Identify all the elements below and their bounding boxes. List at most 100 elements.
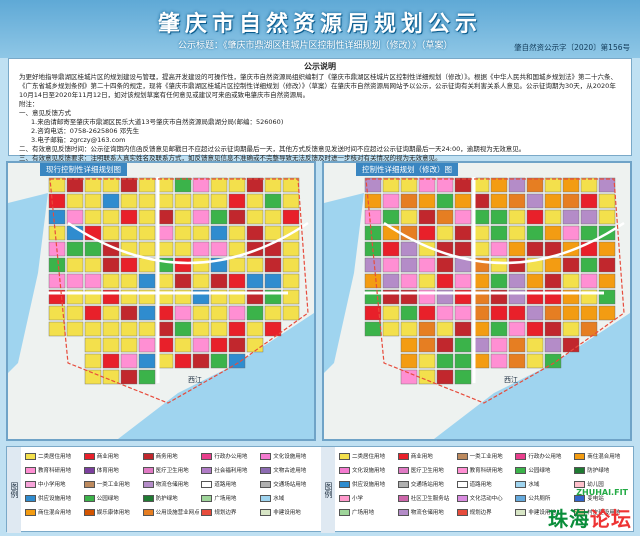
legend-label: 一类工业用地 <box>469 454 503 460</box>
legend-swatch <box>339 480 350 488</box>
document-number: 肇自然资公示字〔2020〕第156号 <box>514 43 630 52</box>
page-title: 肇庆市自然资源局规划公示 <box>157 12 482 37</box>
land-parcel <box>174 225 192 241</box>
land-parcel <box>382 305 400 321</box>
land-parcel <box>138 369 156 385</box>
land-parcel <box>454 177 472 193</box>
land-parcel <box>264 193 282 209</box>
land-parcel <box>580 209 598 225</box>
land-parcel <box>228 225 246 241</box>
legend-item: 行政办公用地 <box>515 450 572 462</box>
legend-label: 规划边界 <box>214 510 237 516</box>
land-parcel <box>454 273 472 289</box>
legend-swatch <box>456 480 468 488</box>
legend-swatch <box>339 466 350 474</box>
land-parcel <box>418 209 436 225</box>
land-parcel <box>174 337 192 353</box>
land-parcel <box>102 369 120 385</box>
land-parcel <box>562 257 580 273</box>
legend-heading: 图例 <box>321 447 335 533</box>
land-parcel <box>436 273 454 289</box>
land-parcel <box>544 353 562 369</box>
notice-item-1: 一、意见反馈方式 <box>19 109 71 117</box>
land-parcel <box>210 321 228 337</box>
legend-label: 体育用地 <box>96 468 119 474</box>
land-parcel <box>210 337 228 353</box>
notice-item-1c: 3.电子邮箱：zgrczy@163.com <box>31 136 126 144</box>
land-parcel <box>102 193 120 209</box>
legend-label: 行政办公用地 <box>528 454 562 460</box>
land-parcel <box>436 209 454 225</box>
legend-swatch <box>260 480 272 488</box>
legend-label: 医疗卫生用地 <box>410 468 444 474</box>
legend-item: 规划边界 <box>201 506 258 518</box>
land-parcel <box>580 321 598 337</box>
land-parcel <box>508 337 526 353</box>
legend-swatch <box>397 508 409 516</box>
land-parcel <box>84 353 102 369</box>
legend-swatch <box>574 466 586 474</box>
land-parcel <box>282 209 300 225</box>
legend-label: 规划边界 <box>469 510 492 516</box>
land-parcel <box>210 177 228 193</box>
land-parcel <box>174 353 192 369</box>
land-parcel <box>264 321 282 337</box>
land-parcel <box>382 241 400 257</box>
land-parcel <box>174 177 192 193</box>
land-parcel <box>120 177 138 193</box>
land-parcel <box>210 209 228 225</box>
land-parcel <box>66 177 84 193</box>
land-parcel <box>562 209 580 225</box>
legend-item: 二类居住用地 <box>339 450 396 462</box>
land-parcel <box>84 177 102 193</box>
land-parcel <box>526 321 544 337</box>
land-parcel <box>228 353 246 369</box>
legend-item: 商务用地 <box>142 450 200 462</box>
legend-swatch <box>142 494 154 502</box>
legend-swatch <box>260 508 272 516</box>
legend-swatch <box>142 466 154 474</box>
land-parcel <box>282 241 300 257</box>
legend-swatch <box>397 452 409 460</box>
land-parcel <box>382 257 400 273</box>
legend-label: 公园绿地 <box>96 496 119 502</box>
legend-item: 文化设施用地 <box>339 464 396 476</box>
land-parcel <box>228 193 246 209</box>
land-parcel <box>120 193 138 209</box>
land-parcel <box>508 241 526 257</box>
land-parcel <box>192 353 210 369</box>
legend-item: 医疗卫生用地 <box>142 464 200 476</box>
legend-swatch <box>201 480 213 488</box>
land-parcel <box>526 305 544 321</box>
legend-label: 公用设施营业网点 <box>155 510 200 516</box>
land-parcel <box>436 193 454 209</box>
land-parcel <box>418 369 436 385</box>
legend-item: 社会福利用地 <box>201 464 258 476</box>
land-parcel <box>526 225 544 241</box>
land-parcel <box>138 177 156 193</box>
legend-swatch <box>83 494 95 502</box>
legend-label: 商住混合用地 <box>587 454 621 460</box>
land-parcel <box>526 241 544 257</box>
land-parcel <box>580 225 598 241</box>
legend-item: 物流仓储用地 <box>142 478 200 490</box>
land-parcel <box>102 209 120 225</box>
legend-label: 物流仓储用地 <box>410 510 444 516</box>
land-parcel <box>120 273 138 289</box>
legend-item: 商住混合用地 <box>25 506 82 518</box>
land-parcel <box>264 257 282 273</box>
land-parcel <box>102 321 120 337</box>
legend-label: 社区卫生服务站 <box>410 496 450 502</box>
land-parcel <box>544 177 562 193</box>
legend-swatch <box>25 508 36 516</box>
land-parcel <box>282 177 300 193</box>
land-parcel <box>174 193 192 209</box>
legend-item: 防护绿地 <box>142 492 200 504</box>
legend-item: 水域 <box>260 492 317 504</box>
land-parcel <box>454 209 472 225</box>
legend-swatch <box>397 494 409 502</box>
legend-item: 文化活动中心 <box>456 492 514 504</box>
legend-item: 文物古迹用地 <box>260 464 317 476</box>
legend-item: 交通场站用地 <box>397 478 455 490</box>
legend-item: 体育用地 <box>83 464 141 476</box>
